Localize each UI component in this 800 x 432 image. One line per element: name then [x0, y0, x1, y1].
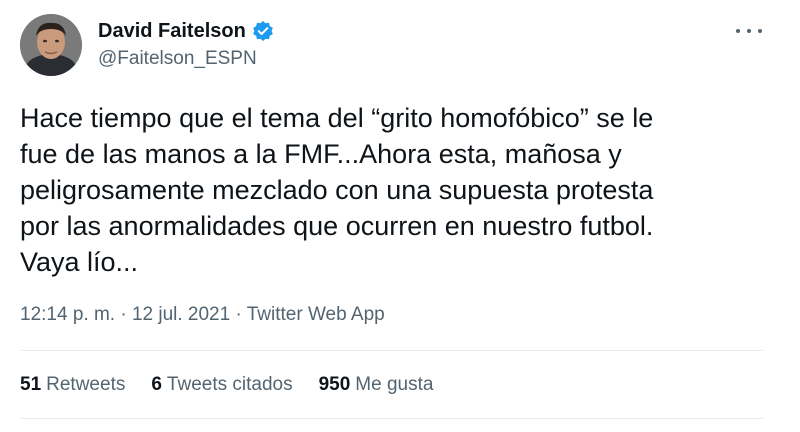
- handle[interactable]: @Faitelson_ESPN: [98, 48, 274, 70]
- avatar[interactable]: [20, 14, 82, 76]
- retweets-count: 51: [20, 374, 42, 395]
- tweet-text: Hace tiempo que el tema del “grito homof…: [20, 103, 654, 277]
- likes-count: 950: [318, 374, 351, 395]
- divider-bottom: [20, 418, 764, 419]
- tweet-timestamp[interactable]: 12:14 p. m. · 12 jul. 2021 · Twitter Web…: [20, 304, 385, 326]
- retweets-stat[interactable]: 51 Retweets: [20, 374, 125, 396]
- quotes-label: Tweets citados: [166, 374, 293, 395]
- quotes-count: 6: [151, 374, 162, 395]
- more-options-icon[interactable]: [736, 22, 762, 40]
- name-row: David Faitelson: [98, 18, 274, 44]
- likes-label: Me gusta: [355, 374, 434, 395]
- verified-badge-icon: [252, 20, 274, 42]
- quotes-stat[interactable]: 6 Tweets citados: [151, 374, 292, 396]
- retweets-label: Retweets: [46, 374, 126, 395]
- tweet-card: David Faitelson @Faitelson_ESPN Hace tie…: [0, 0, 800, 432]
- avatar-photo-icon: [20, 14, 82, 76]
- engagement-stats: 51 Retweets 6 Tweets citados 950 Me gusta: [20, 374, 433, 396]
- display-name[interactable]: David Faitelson: [98, 20, 246, 43]
- divider-top: [20, 350, 764, 351]
- author-info: David Faitelson @Faitelson_ESPN: [98, 18, 274, 70]
- likes-stat[interactable]: 950 Me gusta: [319, 374, 434, 396]
